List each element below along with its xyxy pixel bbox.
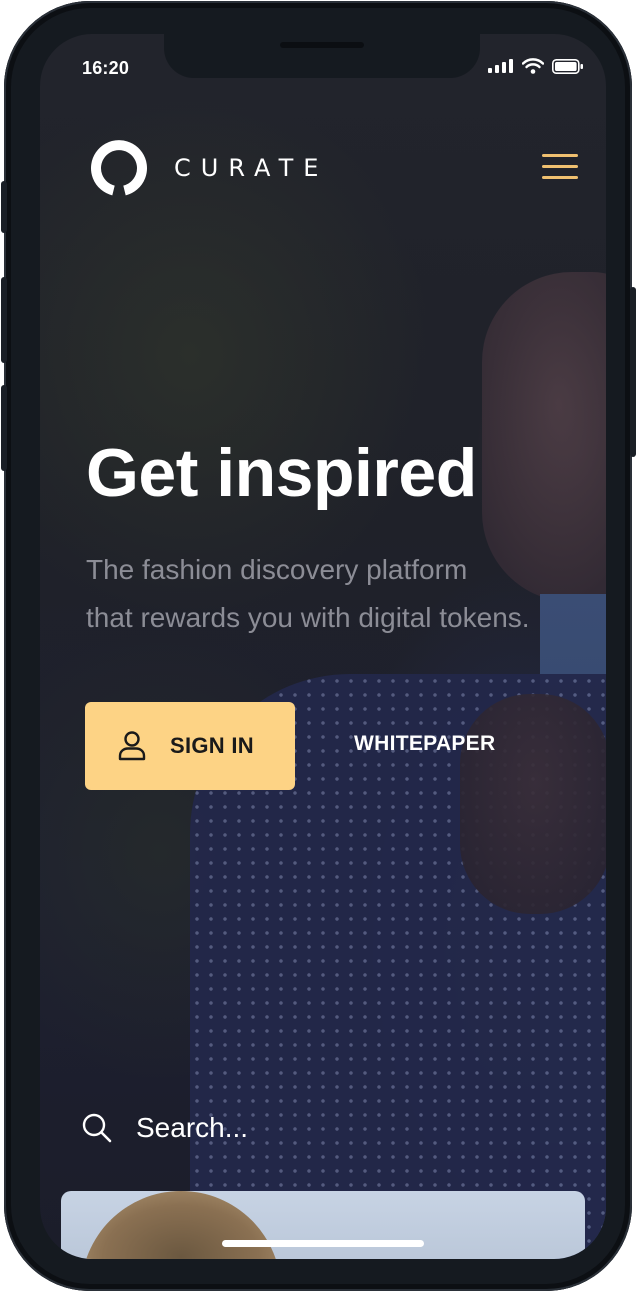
sign-in-label: SIGN IN bbox=[170, 733, 254, 758]
featured-card-image bbox=[81, 1191, 281, 1259]
wifi-icon bbox=[522, 58, 544, 74]
background-model-hand bbox=[460, 694, 606, 914]
speaker-grille bbox=[280, 42, 364, 48]
hero-title: Get inspired bbox=[86, 435, 477, 511]
screen: 16:20 CURATE Get inspired The fashion di… bbox=[40, 34, 606, 1259]
power-button bbox=[630, 287, 636, 457]
user-icon bbox=[118, 731, 146, 761]
battery-icon bbox=[552, 58, 583, 74]
volume-down-button bbox=[1, 385, 7, 471]
notch bbox=[164, 34, 480, 78]
hero-subtitle-line-2: that rewards you with digital tokens. bbox=[86, 602, 530, 633]
search-icon bbox=[82, 1113, 112, 1143]
brand-logo[interactable]: CURATE bbox=[90, 139, 328, 197]
featured-card[interactable] bbox=[61, 1191, 585, 1259]
status-time: 16:20 bbox=[82, 58, 130, 78]
signal-icon bbox=[488, 59, 513, 73]
phone-frame: 16:20 CURATE Get inspired The fashion di… bbox=[1, 1, 636, 1291]
search-bar[interactable]: Search... bbox=[82, 1112, 248, 1144]
hero-subtitle: The fashion discovery platform that rewa… bbox=[86, 546, 606, 642]
mute-switch bbox=[1, 181, 7, 233]
search-input[interactable]: Search... bbox=[136, 1112, 248, 1144]
sign-in-button[interactable]: SIGN IN bbox=[85, 702, 295, 790]
volume-up-button bbox=[1, 277, 7, 363]
home-indicator[interactable] bbox=[222, 1240, 424, 1247]
brand-name: CURATE bbox=[174, 154, 329, 182]
curate-logo-icon bbox=[91, 140, 147, 196]
hero-subtitle-line-1: The fashion discovery platform bbox=[86, 554, 468, 585]
hamburger-menu-button[interactable] bbox=[542, 154, 580, 182]
whitepaper-link[interactable]: WHITEPAPER bbox=[354, 732, 495, 756]
status-icons bbox=[488, 58, 584, 74]
